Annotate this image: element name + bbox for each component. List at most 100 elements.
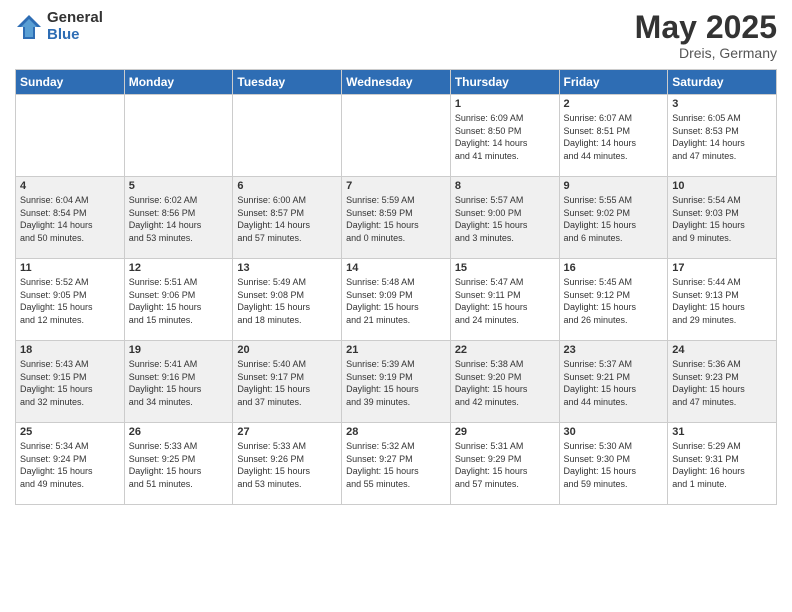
col-friday: Friday	[559, 70, 668, 95]
week-row-5: 25Sunrise: 5:34 AMSunset: 9:24 PMDayligh…	[16, 423, 777, 505]
logo-text: General Blue	[47, 10, 103, 43]
day-cell: 10Sunrise: 5:54 AMSunset: 9:03 PMDayligh…	[668, 177, 777, 259]
day-cell: 31Sunrise: 5:29 AMSunset: 9:31 PMDayligh…	[668, 423, 777, 505]
day-number: 14	[346, 262, 446, 274]
day-number: 22	[455, 344, 555, 356]
day-info: Sunrise: 5:31 AMSunset: 9:29 PMDaylight:…	[455, 440, 555, 490]
day-info: Sunrise: 5:32 AMSunset: 9:27 PMDaylight:…	[346, 440, 446, 490]
day-cell	[16, 95, 125, 177]
day-number: 21	[346, 344, 446, 356]
day-cell: 5 Sunrise: 6:02 AMSunset: 8:56 PMDaylight…	[124, 177, 233, 259]
day-number: 20	[237, 344, 337, 356]
day-number: 26	[129, 426, 229, 438]
day-info: Sunrise: 5:55 AMSunset: 9:02 PMDaylight:…	[564, 194, 664, 244]
day-cell: 6 Sunrise: 6:00 AMSunset: 8:57 PMDaylight…	[233, 177, 342, 259]
week-row-1: 1 Sunrise: 6:09 AMSunset: 8:50 PMDaylight…	[16, 95, 777, 177]
day-info: Sunrise: 5:36 AMSunset: 9:23 PMDaylight:…	[672, 358, 772, 408]
day-info: Sunrise: 5:54 AMSunset: 9:03 PMDaylight:…	[672, 194, 772, 244]
day-cell: 24 Sunrise: 5:36 AMSunset: 9:23 PMDayligh…	[668, 341, 777, 423]
week-row-2: 4 Sunrise: 6:04 AMSunset: 8:54 PMDaylight…	[16, 177, 777, 259]
day-cell: 20Sunrise: 5:40 AMSunset: 9:17 PMDayligh…	[233, 341, 342, 423]
week-row-4: 18 Sunrise: 5:43 AMSunset: 9:15 PMDayligh…	[16, 341, 777, 423]
day-info: Sunrise: 5:30 AMSunset: 9:30 PMDaylight:…	[564, 440, 664, 490]
day-number: 30	[564, 426, 664, 438]
day-number: 5	[129, 180, 229, 192]
day-info: Sunrise: 5:43 AMSunset: 9:15 PMDaylight:…	[20, 358, 120, 408]
col-sunday: Sunday	[16, 70, 125, 95]
day-cell: 17Sunrise: 5:44 AMSunset: 9:13 PMDayligh…	[668, 259, 777, 341]
day-cell: 9 Sunrise: 5:55 AMSunset: 9:02 PMDaylight…	[559, 177, 668, 259]
day-info: Sunrise: 6:09 AMSunset: 8:50 PMDaylight:…	[455, 112, 555, 162]
day-number: 19	[129, 344, 229, 356]
day-info: Sunrise: 5:48 AMSunset: 9:09 PMDaylight:…	[346, 276, 446, 326]
logo-general: General	[47, 10, 103, 27]
day-info: Sunrise: 5:52 AMSunset: 9:05 PMDaylight:…	[20, 276, 120, 326]
day-info: Sunrise: 5:59 AMSunset: 8:59 PMDaylight:…	[346, 194, 446, 244]
day-info: Sunrise: 6:00 AMSunset: 8:57 PMDaylight:…	[237, 194, 337, 244]
col-wednesday: Wednesday	[342, 70, 451, 95]
calendar-page: General Blue May 2025 Dreis, Germany Sun…	[0, 0, 792, 612]
day-number: 18	[20, 344, 120, 356]
day-number: 3	[672, 98, 772, 110]
day-number: 6	[237, 180, 337, 192]
col-tuesday: Tuesday	[233, 70, 342, 95]
day-number: 11	[20, 262, 120, 274]
day-cell	[342, 95, 451, 177]
day-number: 28	[346, 426, 446, 438]
day-cell: 3 Sunrise: 6:05 AMSunset: 8:53 PMDaylight…	[668, 95, 777, 177]
header: General Blue May 2025 Dreis, Germany	[15, 10, 777, 61]
day-cell: 27Sunrise: 5:33 AMSunset: 9:26 PMDayligh…	[233, 423, 342, 505]
day-info: Sunrise: 6:07 AMSunset: 8:51 PMDaylight:…	[564, 112, 664, 162]
month-title: May 2025	[635, 10, 777, 45]
day-cell: 11 Sunrise: 5:52 AMSunset: 9:05 PMDayligh…	[16, 259, 125, 341]
col-monday: Monday	[124, 70, 233, 95]
day-cell: 30 Sunrise: 5:30 AMSunset: 9:30 PMDayligh…	[559, 423, 668, 505]
calendar-body: 1 Sunrise: 6:09 AMSunset: 8:50 PMDaylight…	[16, 95, 777, 505]
day-number: 9	[564, 180, 664, 192]
title-area: May 2025 Dreis, Germany	[635, 10, 777, 61]
day-cell: 1 Sunrise: 6:09 AMSunset: 8:50 PMDaylight…	[450, 95, 559, 177]
day-number: 24	[672, 344, 772, 356]
day-cell: 13 Sunrise: 5:49 AMSunset: 9:08 PMDayligh…	[233, 259, 342, 341]
calendar-header: Sunday Monday Tuesday Wednesday Thursday…	[16, 70, 777, 95]
calendar-table: Sunday Monday Tuesday Wednesday Thursday…	[15, 69, 777, 505]
day-cell: 14 Sunrise: 5:48 AMSunset: 9:09 PMDayligh…	[342, 259, 451, 341]
day-info: Sunrise: 6:05 AMSunset: 8:53 PMDaylight:…	[672, 112, 772, 162]
day-number: 2	[564, 98, 664, 110]
day-cell: 26 Sunrise: 5:33 AMSunset: 9:25 PMDayligh…	[124, 423, 233, 505]
day-cell: 29 Sunrise: 5:31 AMSunset: 9:29 PMDayligh…	[450, 423, 559, 505]
day-info: Sunrise: 5:51 AMSunset: 9:06 PMDaylight:…	[129, 276, 229, 326]
day-number: 23	[564, 344, 664, 356]
day-info: Sunrise: 5:49 AMSunset: 9:08 PMDaylight:…	[237, 276, 337, 326]
day-cell: 12 Sunrise: 5:51 AMSunset: 9:06 PMDayligh…	[124, 259, 233, 341]
location: Dreis, Germany	[635, 45, 777, 61]
day-cell: 16Sunrise: 5:45 AMSunset: 9:12 PMDayligh…	[559, 259, 668, 341]
day-info: Sunrise: 5:47 AMSunset: 9:11 PMDaylight:…	[455, 276, 555, 326]
day-number: 15	[455, 262, 555, 274]
day-cell: 7Sunrise: 5:59 AMSunset: 8:59 PMDaylight…	[342, 177, 451, 259]
day-cell: 23 Sunrise: 5:37 AMSunset: 9:21 PMDayligh…	[559, 341, 668, 423]
day-cell: 22 Sunrise: 5:38 AMSunset: 9:20 PMDayligh…	[450, 341, 559, 423]
day-number: 4	[20, 180, 120, 192]
day-number: 13	[237, 262, 337, 274]
day-info: Sunrise: 5:34 AMSunset: 9:24 PMDaylight:…	[20, 440, 120, 490]
day-cell: 19 Sunrise: 5:41 AMSunset: 9:16 PMDayligh…	[124, 341, 233, 423]
header-row: Sunday Monday Tuesday Wednesday Thursday…	[16, 70, 777, 95]
day-number: 12	[129, 262, 229, 274]
day-info: Sunrise: 6:02 AMSunset: 8:56 PMDaylight:…	[129, 194, 229, 244]
day-info: Sunrise: 5:44 AMSunset: 9:13 PMDaylight:…	[672, 276, 772, 326]
day-info: Sunrise: 5:37 AMSunset: 9:21 PMDaylight:…	[564, 358, 664, 408]
day-info: Sunrise: 5:38 AMSunset: 9:20 PMDaylight:…	[455, 358, 555, 408]
day-cell: 25Sunrise: 5:34 AMSunset: 9:24 PMDayligh…	[16, 423, 125, 505]
day-info: Sunrise: 5:41 AMSunset: 9:16 PMDaylight:…	[129, 358, 229, 408]
day-info: Sunrise: 5:57 AMSunset: 9:00 PMDaylight:…	[455, 194, 555, 244]
col-saturday: Saturday	[668, 70, 777, 95]
day-number: 29	[455, 426, 555, 438]
col-thursday: Thursday	[450, 70, 559, 95]
day-info: Sunrise: 6:04 AMSunset: 8:54 PMDaylight:…	[20, 194, 120, 244]
day-info: Sunrise: 5:33 AMSunset: 9:25 PMDaylight:…	[129, 440, 229, 490]
day-number: 16	[564, 262, 664, 274]
day-number: 1	[455, 98, 555, 110]
logo-icon	[15, 13, 43, 41]
logo: General Blue	[15, 10, 103, 43]
